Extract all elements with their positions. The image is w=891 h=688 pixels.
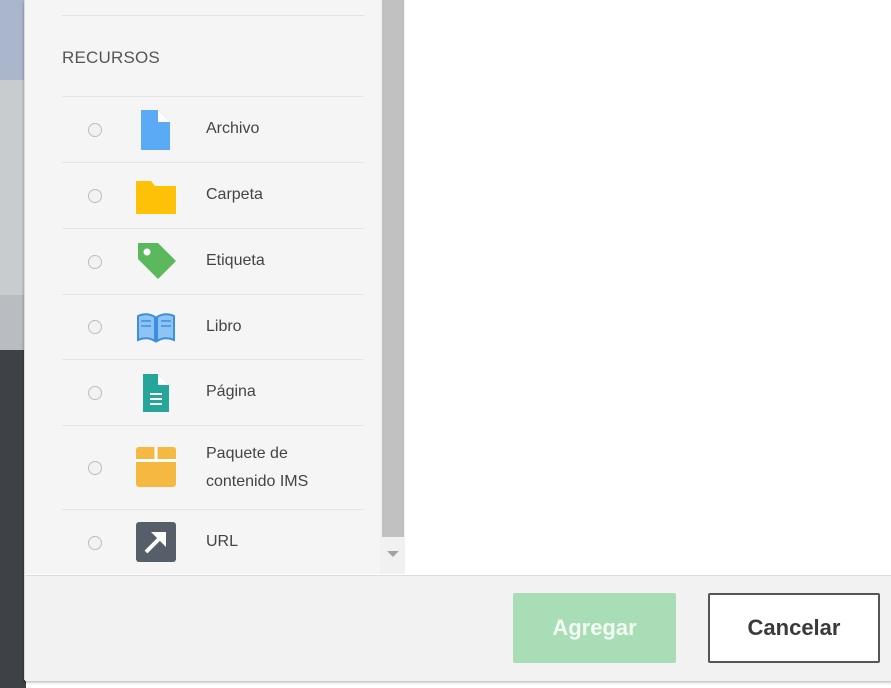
dialog-footer: Agregar Cancelar: [25, 575, 891, 681]
radio-paquete-ims[interactable]: [88, 461, 102, 475]
resource-option-libro[interactable]: Libro: [62, 294, 364, 360]
radio-archivo[interactable]: [88, 123, 102, 137]
background-block: [0, 0, 26, 80]
add-button[interactable]: Agregar: [513, 593, 676, 663]
option-label: Página: [206, 383, 256, 400]
scrollbar[interactable]: [380, 0, 405, 574]
tag-icon: [138, 243, 176, 279]
option-label-line2: contenido IMS: [206, 473, 309, 490]
section-title: RECURSOS: [62, 48, 160, 67]
page-icon: [143, 374, 169, 412]
option-label: Libro: [206, 318, 242, 335]
resource-option-etiqueta[interactable]: Etiqueta: [62, 228, 364, 295]
background-block: [0, 295, 26, 350]
radio-url[interactable]: [88, 536, 102, 550]
resource-option-pagina[interactable]: Página: [62, 359, 364, 426]
activity-chooser-dialog: RECURSOS Archivo Carpeta Etiqueta Libro …: [24, 0, 891, 681]
scrollbar-thumb[interactable]: [382, 0, 404, 537]
resource-list-panel: RECURSOS Archivo Carpeta Etiqueta Libro …: [25, 0, 405, 574]
option-label-line1: Paquete de: [206, 445, 288, 462]
background-page: [0, 0, 26, 688]
background-block: [0, 80, 26, 295]
radio-etiqueta[interactable]: [88, 255, 102, 269]
option-label: URL: [206, 533, 239, 550]
option-label: Etiqueta: [206, 252, 265, 269]
resource-option-archivo[interactable]: Archivo: [62, 96, 364, 163]
resource-option-carpeta[interactable]: Carpeta: [62, 162, 364, 229]
resource-option-paquete-ims[interactable]: Paquete de contenido IMS: [62, 425, 364, 510]
link-arrow-icon: [136, 522, 176, 562]
radio-libro[interactable]: [88, 320, 102, 334]
cancel-button[interactable]: Cancelar: [708, 593, 880, 663]
scroll-down-arrow-icon[interactable]: [387, 551, 399, 557]
resource-option-url[interactable]: URL: [62, 509, 364, 574]
folder-icon: [136, 181, 176, 214]
file-icon: [141, 110, 170, 150]
book-icon: [137, 313, 175, 343]
option-label: Archivo: [206, 120, 260, 137]
option-label: Carpeta: [206, 186, 263, 203]
radio-pagina[interactable]: [88, 386, 102, 400]
radio-carpeta[interactable]: [88, 189, 102, 203]
package-icon: [136, 447, 176, 487]
divider: [62, 15, 364, 16]
background-block: [0, 350, 26, 688]
